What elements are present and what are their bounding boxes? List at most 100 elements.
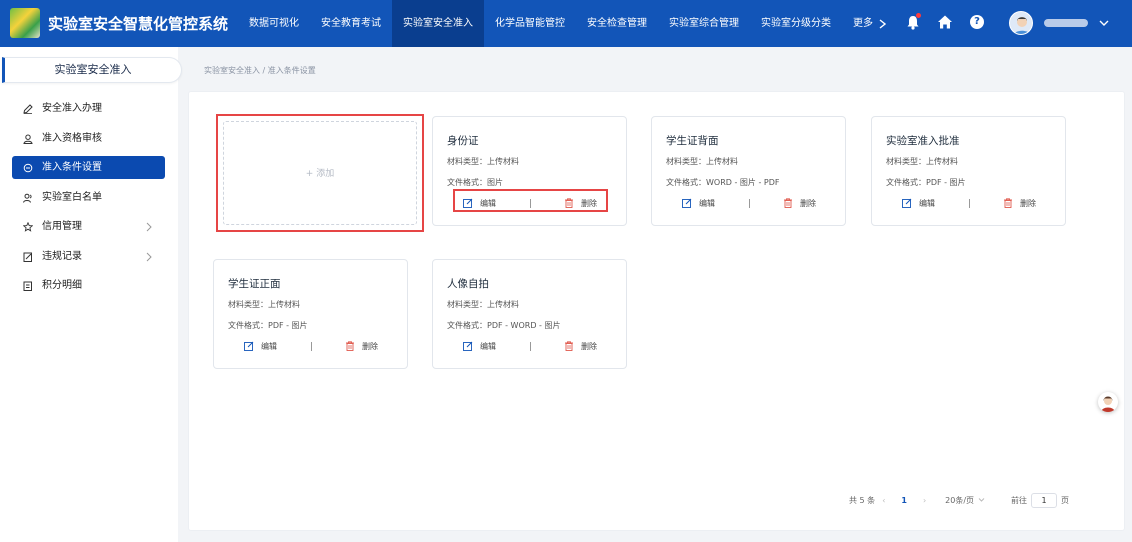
app-title: 实验室安全智慧化管控系统	[48, 15, 229, 33]
nav-item-chemicals[interactable]: 化学品智能管控	[484, 0, 576, 47]
card-material-type: 材料类型：上传材料	[886, 157, 958, 166]
delete-label: 删除	[1020, 198, 1036, 208]
card-actions: 编辑 删除	[447, 339, 613, 353]
sidebar-item-access-review[interactable]: 准入资格审核	[12, 127, 165, 150]
star-icon	[23, 222, 33, 232]
card-actions: 编辑 删除	[886, 196, 1052, 210]
sidebar-item-label: 实验室白名单	[42, 191, 102, 203]
goto-unit: 页	[1061, 495, 1070, 505]
card-title: 实验室准入批准	[886, 135, 960, 147]
sidebar-item-label: 信用管理	[42, 221, 82, 232]
assistant-avatar-button[interactable]	[1098, 392, 1118, 412]
card-title: 人像自拍	[447, 278, 489, 290]
pagination: 共 5 条 ‹ 1 › 20条/页 前往 1 页	[849, 492, 1109, 508]
sidebar-item-label: 违规记录	[42, 250, 82, 262]
card-file-format: 文件格式：PDF - 图片	[886, 178, 966, 187]
trash-icon	[784, 198, 792, 208]
card-title: 身份证	[447, 135, 479, 147]
condition-card-student-id-back: 学生证背面 材料类型：上传材料 文件格式：WORD - 图片 - PDF 编辑 …	[651, 116, 846, 226]
card-material-type: 材料类型：上传材料	[447, 300, 519, 309]
nav-more-label: 更多	[853, 18, 873, 29]
add-condition-button[interactable]: + 添加	[223, 121, 417, 225]
chevron-down-icon[interactable]	[1098, 17, 1110, 29]
edit-label: 编辑	[919, 198, 935, 208]
action-separator	[529, 341, 531, 351]
delete-button[interactable]: 删除	[987, 198, 1052, 209]
sidebar-item-label: 积分明细	[42, 280, 82, 291]
sidebar-item-points-details[interactable]: 积分明细	[12, 274, 165, 297]
username-masked	[1044, 19, 1088, 27]
trash-icon	[346, 341, 354, 351]
chevron-right-icon	[879, 18, 886, 29]
goto-page-input[interactable]: 1	[1031, 492, 1058, 508]
action-separator	[748, 198, 750, 208]
nav-item-safety-inspection[interactable]: 安全检查管理	[576, 0, 658, 47]
card-actions: 编辑 删除	[666, 196, 832, 210]
sidebar: 实验室安全准入 安全准入办理 准入资格审核 准入条件设置 实验室白名单 信用管理…	[0, 47, 182, 542]
edit-button[interactable]: 编辑	[228, 341, 293, 352]
chevron-right-icon	[146, 222, 152, 232]
users-icon	[23, 193, 32, 203]
edit-icon	[463, 341, 473, 351]
sidebar-item-whitelist[interactable]: 实验室白名单	[12, 186, 165, 209]
condition-card-selfie: 人像自拍 材料类型：上传材料 文件格式：PDF - WORD - 图片 编辑 删…	[432, 259, 627, 369]
breadcrumb: 实验室安全准入 / 准入条件设置	[204, 66, 316, 75]
page-size-select[interactable]: 20条/页	[945, 495, 985, 506]
prev-page-button[interactable]: ‹	[882, 496, 885, 505]
card-material-type: 材料类型：上传材料	[666, 157, 738, 166]
next-page-button[interactable]: ›	[923, 496, 926, 505]
nav-item-lab-management[interactable]: 实验室综合管理	[658, 0, 750, 47]
delete-button[interactable]: 删除	[329, 341, 394, 352]
goto-label: 前往	[1011, 495, 1028, 505]
pagination-total: 共 5 条	[849, 495, 876, 505]
add-card-highlight: + 添加	[216, 114, 424, 232]
sidebar-header: 实验室安全准入	[2, 57, 182, 83]
sidebar-item-credit-management[interactable]: 信用管理	[12, 215, 165, 238]
delete-button[interactable]: 删除	[767, 198, 832, 209]
main-content: 实验室安全准入 / 准入条件设置 + 添加 身份证 材料类型：上传材料 文件格式…	[178, 47, 1132, 542]
trash-icon	[1004, 198, 1012, 208]
card-file-format: 文件格式：图片	[447, 178, 503, 187]
sidebar-item-access-handling[interactable]: 安全准入办理	[12, 97, 165, 120]
edit-icon	[244, 341, 254, 351]
sidebar-item-label: 准入条件设置	[42, 162, 102, 173]
page-size-label: 20条/页	[945, 495, 975, 505]
card-title: 学生证背面	[666, 135, 719, 147]
condition-card-lab-approval: 实验室准入批准 材料类型：上传材料 文件格式：PDF - 图片 编辑 删除	[871, 116, 1066, 226]
sidebar-item-label: 准入资格审核	[42, 132, 102, 144]
sidebar-item-violation-records[interactable]: 违规记录	[12, 245, 165, 268]
record-icon	[23, 252, 32, 262]
chevron-right-icon	[146, 252, 152, 261]
edit-label: 编辑	[261, 341, 277, 351]
nav-item-data-visualization[interactable]: 数据可视化	[238, 0, 310, 47]
edit-label: 编辑	[699, 198, 715, 208]
edit-button[interactable]: 编辑	[447, 341, 512, 352]
nav-item-safety-education[interactable]: 安全教育考试	[310, 0, 392, 47]
nav-item-lab-access[interactable]: 实验室安全准入	[392, 0, 484, 47]
goto-page: 前往 1 页	[1011, 492, 1070, 508]
card-file-format: 文件格式：WORD - 图片 - PDF	[666, 178, 780, 187]
card-file-format: 文件格式：PDF - 图片	[228, 321, 308, 330]
user-avatar[interactable]	[1009, 11, 1033, 35]
edit-button[interactable]: 编辑	[666, 198, 731, 209]
delete-label: 删除	[362, 341, 378, 351]
card-material-type: 材料类型：上传材料	[228, 300, 300, 309]
nav-item-lab-classification[interactable]: 实验室分级分类	[750, 0, 842, 47]
notification-dot	[916, 13, 921, 18]
home-icon[interactable]	[937, 14, 953, 30]
help-icon[interactable]: ?	[970, 15, 984, 29]
sidebar-item-access-conditions[interactable]: 准入条件设置	[12, 156, 165, 179]
edit-label: 编辑	[480, 341, 496, 351]
delete-label: 删除	[800, 198, 816, 208]
sidebar-item-label: 安全准入办理	[42, 103, 102, 114]
card-file-format: 文件格式：PDF - WORD - 图片	[447, 321, 561, 330]
nav-more-button[interactable]: 更多	[842, 0, 897, 47]
delete-button[interactable]: 删除	[548, 341, 613, 352]
edit-icon	[682, 198, 692, 208]
top-bar: 实验室安全智慧化管控系统 数据可视化 安全教育考试 实验室安全准入 化学品智能管…	[0, 0, 1132, 47]
edit-button[interactable]: 编辑	[886, 198, 951, 209]
user-icon	[23, 134, 33, 144]
page-number-current[interactable]: 1	[901, 496, 907, 505]
app-logo	[10, 8, 40, 38]
actions-highlight	[453, 189, 608, 212]
